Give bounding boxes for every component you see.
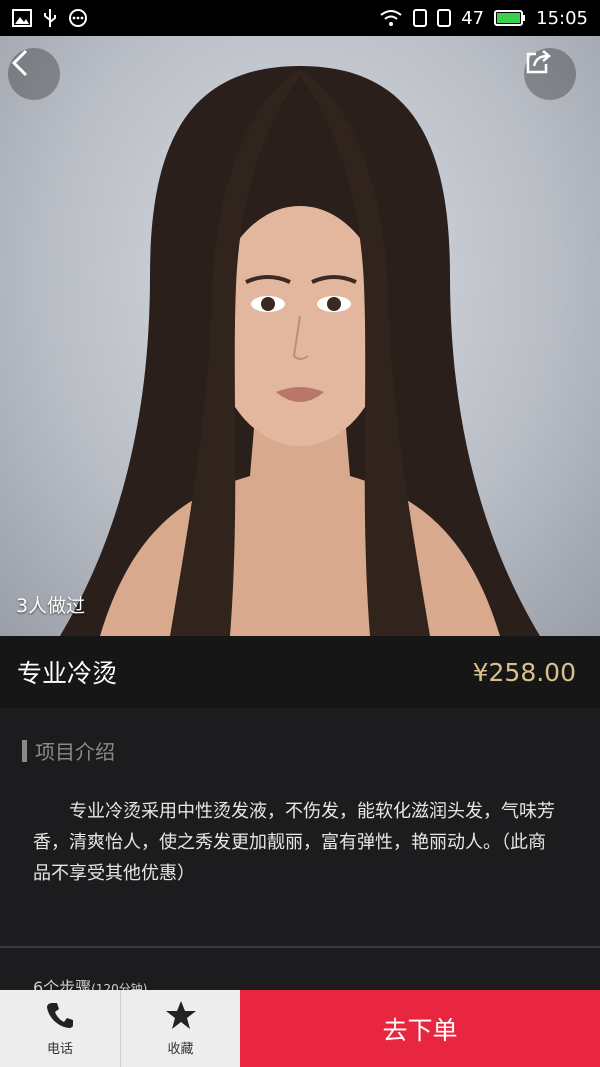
phone-button[interactable]: 电话 bbox=[0, 990, 120, 1067]
product-title: 专业冷烫 bbox=[17, 659, 118, 688]
favorite-button[interactable]: 收藏 bbox=[120, 990, 240, 1067]
intro-section-header: 项目介绍 bbox=[22, 736, 115, 765]
portrait-illustration bbox=[60, 66, 540, 636]
battery-icon bbox=[494, 9, 526, 27]
section-title: 项目介绍 bbox=[35, 740, 115, 764]
star-icon bbox=[165, 1000, 197, 1034]
back-button[interactable] bbox=[8, 48, 60, 100]
clock: 15:05 bbox=[536, 7, 588, 29]
battery-level: 47 bbox=[461, 7, 485, 29]
product-description: 专业冷烫采用中性烫发液，不伤发，能软化滋润头发，气味芳香，清爽怡人，使之秀发更加… bbox=[33, 801, 555, 884]
favorite-label: 收藏 bbox=[167, 1042, 194, 1057]
section-marker bbox=[22, 739, 27, 762]
product-header: 专业冷烫 ¥258.00 bbox=[0, 636, 600, 708]
sim-icon bbox=[437, 9, 452, 27]
status-bar: 47 15:05 bbox=[0, 0, 600, 36]
phone-label: 电话 bbox=[46, 1042, 73, 1057]
place-order-button[interactable]: 去下单 bbox=[240, 990, 600, 1067]
usb-icon bbox=[42, 8, 58, 28]
done-count: 3人做过 bbox=[16, 595, 86, 617]
phone-icon bbox=[45, 1000, 75, 1034]
bottom-action-bar: 电话 收藏 去下单 bbox=[0, 990, 600, 1067]
sim-icon bbox=[413, 9, 428, 27]
share-button[interactable] bbox=[524, 48, 576, 100]
status-left bbox=[12, 8, 88, 28]
image-icon bbox=[12, 9, 32, 27]
divider bbox=[0, 946, 600, 948]
more-icon bbox=[68, 8, 88, 28]
product-price: ¥258.00 bbox=[472, 657, 576, 687]
wifi-icon bbox=[379, 9, 403, 27]
status-right: 47 15:05 bbox=[379, 8, 588, 29]
hero-image: 3人做过 bbox=[0, 36, 600, 636]
